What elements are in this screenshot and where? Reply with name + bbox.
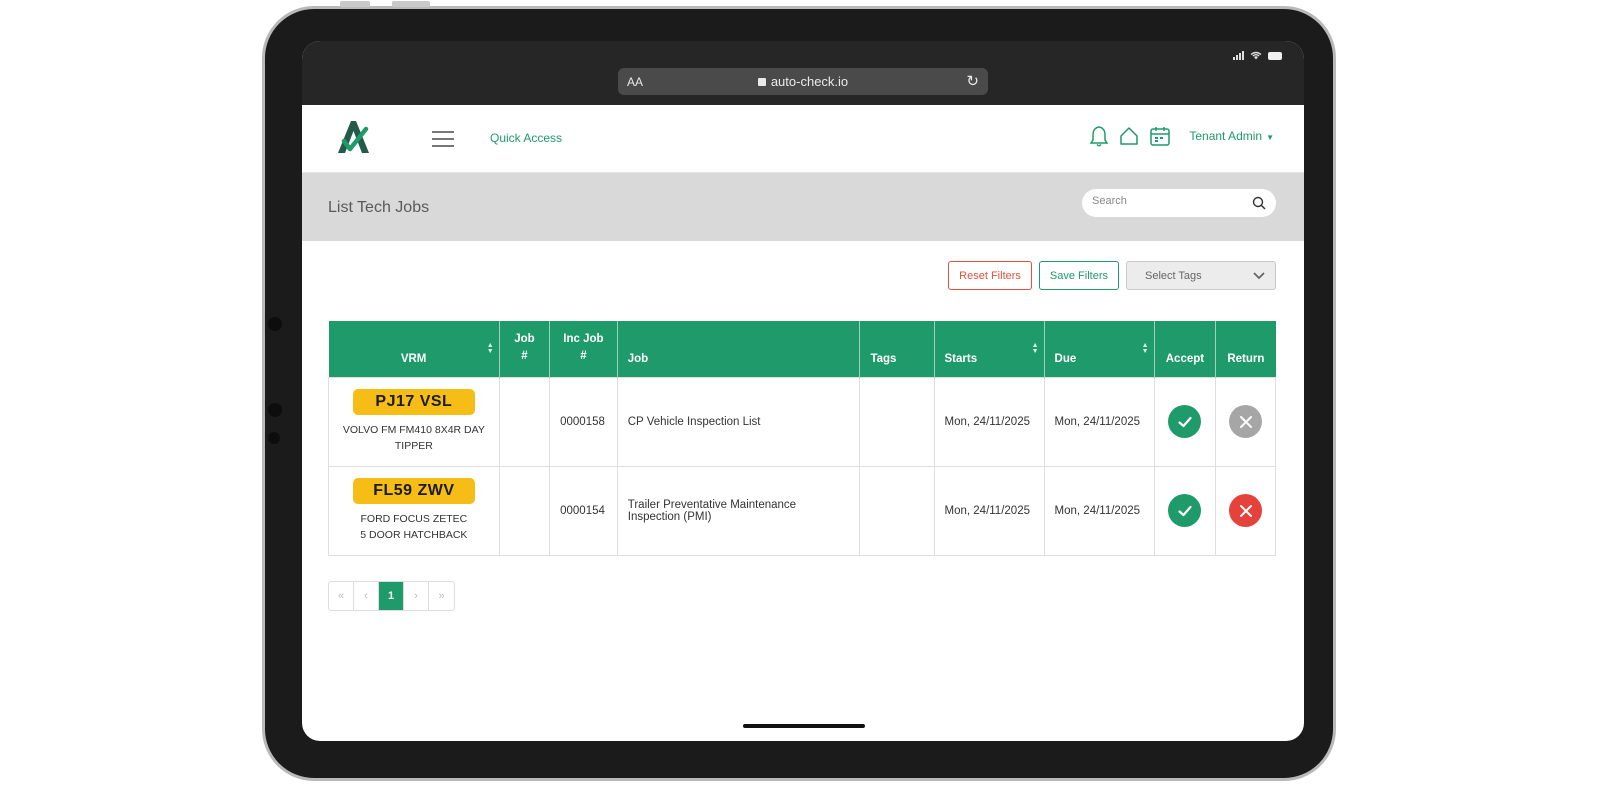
return-cell [1215,465,1276,556]
user-name: Tenant Admin [1189,129,1263,143]
notification-bell-icon[interactable] [1089,125,1109,147]
tablet-top-button [392,1,430,7]
pagination: « ‹ 1 › » [328,581,455,611]
next-page-button[interactable]: › [404,582,429,610]
select-tags-label: Select Tags [1145,269,1202,282]
check-icon [1178,505,1192,516]
accept-button[interactable] [1168,405,1202,438]
status-icons [1233,51,1282,60]
chevron-down-icon [1253,271,1265,279]
column-header-job[interactable]: Job [617,321,861,377]
column-header-accept[interactable]: Accept [1154,321,1217,377]
url-text: auto-check.io [770,74,849,89]
page-title: List Tech Jobs [328,199,430,216]
reset-filters-button[interactable]: Reset Filters [948,261,1032,290]
user-menu[interactable]: Tenant Admin ▼ [1189,129,1274,143]
search-input[interactable] [1092,195,1242,207]
due-cell: Mon, 24/11/2025 [1043,465,1155,556]
column-header-job-number[interactable]: Job # [499,321,551,377]
inc-job-number-cell: 0000158 [549,376,618,467]
number-plate: PJ17 VSL [352,389,475,415]
tablet-top-button [340,1,370,7]
select-tags-dropdown[interactable]: Select Tags [1126,261,1276,290]
vehicle-description: VOLVO FM FM410 8X4R DAY TIPPER [342,424,485,452]
return-button[interactable] [1229,494,1263,527]
table-row[interactable]: FL59 ZWV FORD FOCUS ZETEC 5 DOOR HATCHBA… [328,465,1276,556]
close-icon [1239,504,1252,517]
table-header-row: VRM ▲ ▼ Job # Inc Job # Job Tags Starts ▲… [328,321,1276,377]
sort-icon[interactable]: ▲ ▼ [1032,342,1039,355]
last-page-button[interactable]: » [429,582,454,610]
tags-cell [859,376,935,467]
filter-toolbar: Reset Filters Save Filters Select Tags [948,261,1276,290]
sort-icon[interactable]: ▲ ▼ [1142,342,1149,355]
column-header-inc-job-number[interactable]: Inc Job # [549,321,618,377]
return-button-disabled[interactable] [1229,405,1263,438]
column-header-return[interactable]: Return [1215,321,1276,377]
accept-cell [1153,465,1217,556]
page-1-button[interactable]: 1 [379,582,404,610]
tablet-side-dot [268,317,282,331]
column-header-tags[interactable]: Tags [859,321,935,377]
calendar-icon[interactable] [1149,125,1171,147]
job-number-cell [498,376,551,467]
tablet-side-dot [268,403,282,417]
menu-icon[interactable] [432,131,454,147]
first-page-button[interactable]: « [329,582,354,610]
home-icon[interactable] [1119,126,1139,146]
save-filters-button[interactable]: Save Filters [1038,261,1119,290]
search-box [1082,189,1276,217]
close-icon [1239,415,1252,428]
tablet-screen: AA auto-check.io ↻ Quick Access Tenant A… [302,41,1304,741]
column-header-vrm[interactable]: VRM ▲ ▼ [328,321,500,377]
lock-icon [757,78,766,86]
tablet-side-dot [268,432,280,444]
quick-access-link[interactable]: Quick Access [490,131,562,145]
accept-button[interactable] [1168,494,1202,527]
browser-chrome: AA auto-check.io ↻ [302,41,1304,105]
home-indicator[interactable] [743,724,865,728]
vrm-cell: FL59 ZWV FORD FOCUS ZETEC 5 DOOR HATCHBA… [328,465,500,556]
caret-down-icon: ▼ [1266,133,1274,142]
starts-cell: Mon, 24/11/2025 [933,465,1045,556]
inc-job-number-cell: 0000154 [549,465,618,556]
app-header: Quick Access Tenant Admin ▼ [302,105,1304,173]
due-cell: Mon, 24/11/2025 [1043,376,1155,467]
check-icon [1178,416,1192,427]
number-plate: FL59 ZWV [352,478,475,504]
battery-icon [1268,51,1282,60]
column-header-due[interactable]: Due ▲ ▼ [1044,321,1155,377]
reload-icon[interactable]: ↻ [966,72,979,90]
job-cell: CP Vehicle Inspection List [616,376,861,467]
search-icon[interactable] [1252,196,1266,210]
vehicle-description: FORD FOCUS ZETEC 5 DOOR HATCHBACK [360,513,468,541]
prev-page-button[interactable]: ‹ [354,582,379,610]
starts-cell: Mon, 24/11/2025 [933,376,1045,467]
page-title-bar: List Tech Jobs [302,173,1304,241]
vrm-cell: PJ17 VSL VOLVO FM FM410 8X4R DAY TIPPER [328,376,500,467]
job-number-cell [498,465,551,556]
return-cell [1215,376,1276,467]
address-bar[interactable]: AA auto-check.io ↻ [618,68,988,95]
job-cell: Trailer Preventative Maintenance Inspect… [616,465,861,556]
cellular-signal-icon [1233,51,1244,60]
sort-icon[interactable]: ▲ ▼ [487,342,494,355]
column-header-starts[interactable]: Starts ▲ ▼ [934,321,1045,377]
accept-cell [1153,376,1217,467]
table-row[interactable]: PJ17 VSL VOLVO FM FM410 8X4R DAY TIPPER … [328,376,1276,467]
autocheck-logo[interactable] [336,119,370,155]
tech-jobs-table: VRM ▲ ▼ Job # Inc Job # Job Tags Starts ▲… [328,321,1276,556]
tags-cell [859,465,935,556]
wifi-icon [1250,51,1262,60]
